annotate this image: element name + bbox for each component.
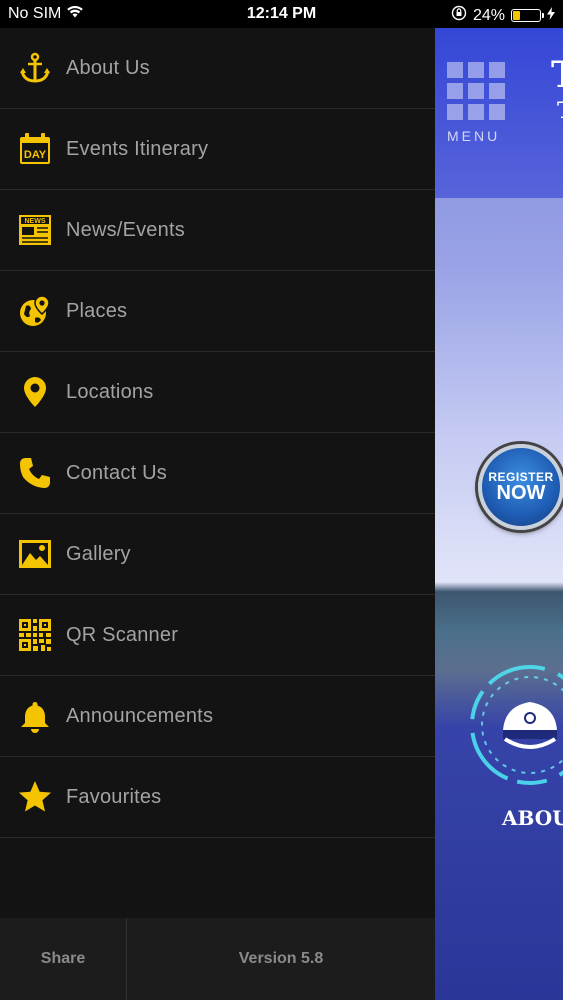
menu-item-places[interactable]: Places (0, 271, 435, 352)
register-now-button[interactable]: REGISTER NOW (478, 444, 563, 530)
menu-item-label: Locations (66, 380, 154, 403)
share-button[interactable]: Share (0, 918, 127, 1000)
menu-label: MENU (447, 128, 501, 144)
orientation-lock-icon (451, 5, 467, 26)
map-pin-icon (18, 375, 52, 409)
now-label: NOW (496, 481, 546, 504)
battery-icon (511, 9, 544, 22)
status-right: 24% (451, 5, 555, 26)
app-title-fragment: T (551, 54, 563, 96)
navigation-drawer: About Us DAY Events Itinerary NEWS News/… (0, 28, 435, 1000)
menu-item-label: Favourites (66, 785, 162, 808)
menu-grid-icon[interactable] (447, 62, 505, 120)
menu-item-label: QR Scanner (66, 623, 179, 646)
menu-item-contact-us[interactable]: Contact Us (0, 433, 435, 514)
menu-item-news-events[interactable]: NEWS News/Events (0, 190, 435, 271)
star-icon (18, 780, 52, 814)
menu-item-events-itinerary[interactable]: DAY Events Itinerary (0, 109, 435, 190)
globe-pin-icon (18, 294, 52, 328)
menu-item-label: About Us (66, 56, 150, 79)
app-header: MENU T T (435, 28, 563, 198)
menu-item-gallery[interactable]: Gallery (0, 514, 435, 595)
drawer-footer: Share Version 5.8 (0, 918, 435, 1000)
phone-icon (18, 456, 52, 490)
anchor-icon (18, 51, 52, 85)
app-main-screen-peek[interactable]: MENU T T REGISTER NOW ABOUT (435, 28, 563, 1000)
version-label: Version 5.8 (238, 950, 324, 967)
charging-bolt-icon (547, 6, 555, 25)
menu-item-announcements[interactable]: Announcements (0, 676, 435, 757)
battery-fill (513, 11, 520, 20)
menu-item-label: News/Events (66, 218, 185, 241)
menu-item-qr-scanner[interactable]: QR Scanner (0, 595, 435, 676)
menu-item-favourites[interactable]: Favourites (0, 757, 435, 838)
about-label: ABOUT (502, 806, 563, 830)
battery-percent: 24% (472, 6, 505, 24)
menu-item-label: Gallery (66, 542, 131, 565)
menu-list: About Us DAY Events Itinerary NEWS News/… (0, 28, 435, 838)
image-icon (18, 537, 52, 571)
captain-hat-icon[interactable] (465, 660, 563, 790)
newspaper-icon: NEWS (18, 213, 52, 247)
calendar-day-icon: DAY (18, 132, 52, 166)
status-bar: No SIM 12:14 PM 24% (0, 0, 563, 28)
app-subtitle-fragment: T (557, 98, 563, 124)
menu-item-label: Places (66, 299, 128, 322)
menu-item-locations[interactable]: Locations (0, 352, 435, 433)
bell-icon (18, 699, 52, 733)
menu-item-label: Contact Us (66, 461, 167, 484)
qr-code-icon (18, 618, 52, 652)
menu-item-label: Announcements (66, 704, 214, 727)
svg-text:DAY: DAY (24, 149, 47, 161)
menu-item-about-us[interactable]: About Us (0, 28, 435, 109)
menu-item-label: Events Itinerary (66, 137, 209, 160)
svg-text:NEWS: NEWS (25, 218, 46, 225)
